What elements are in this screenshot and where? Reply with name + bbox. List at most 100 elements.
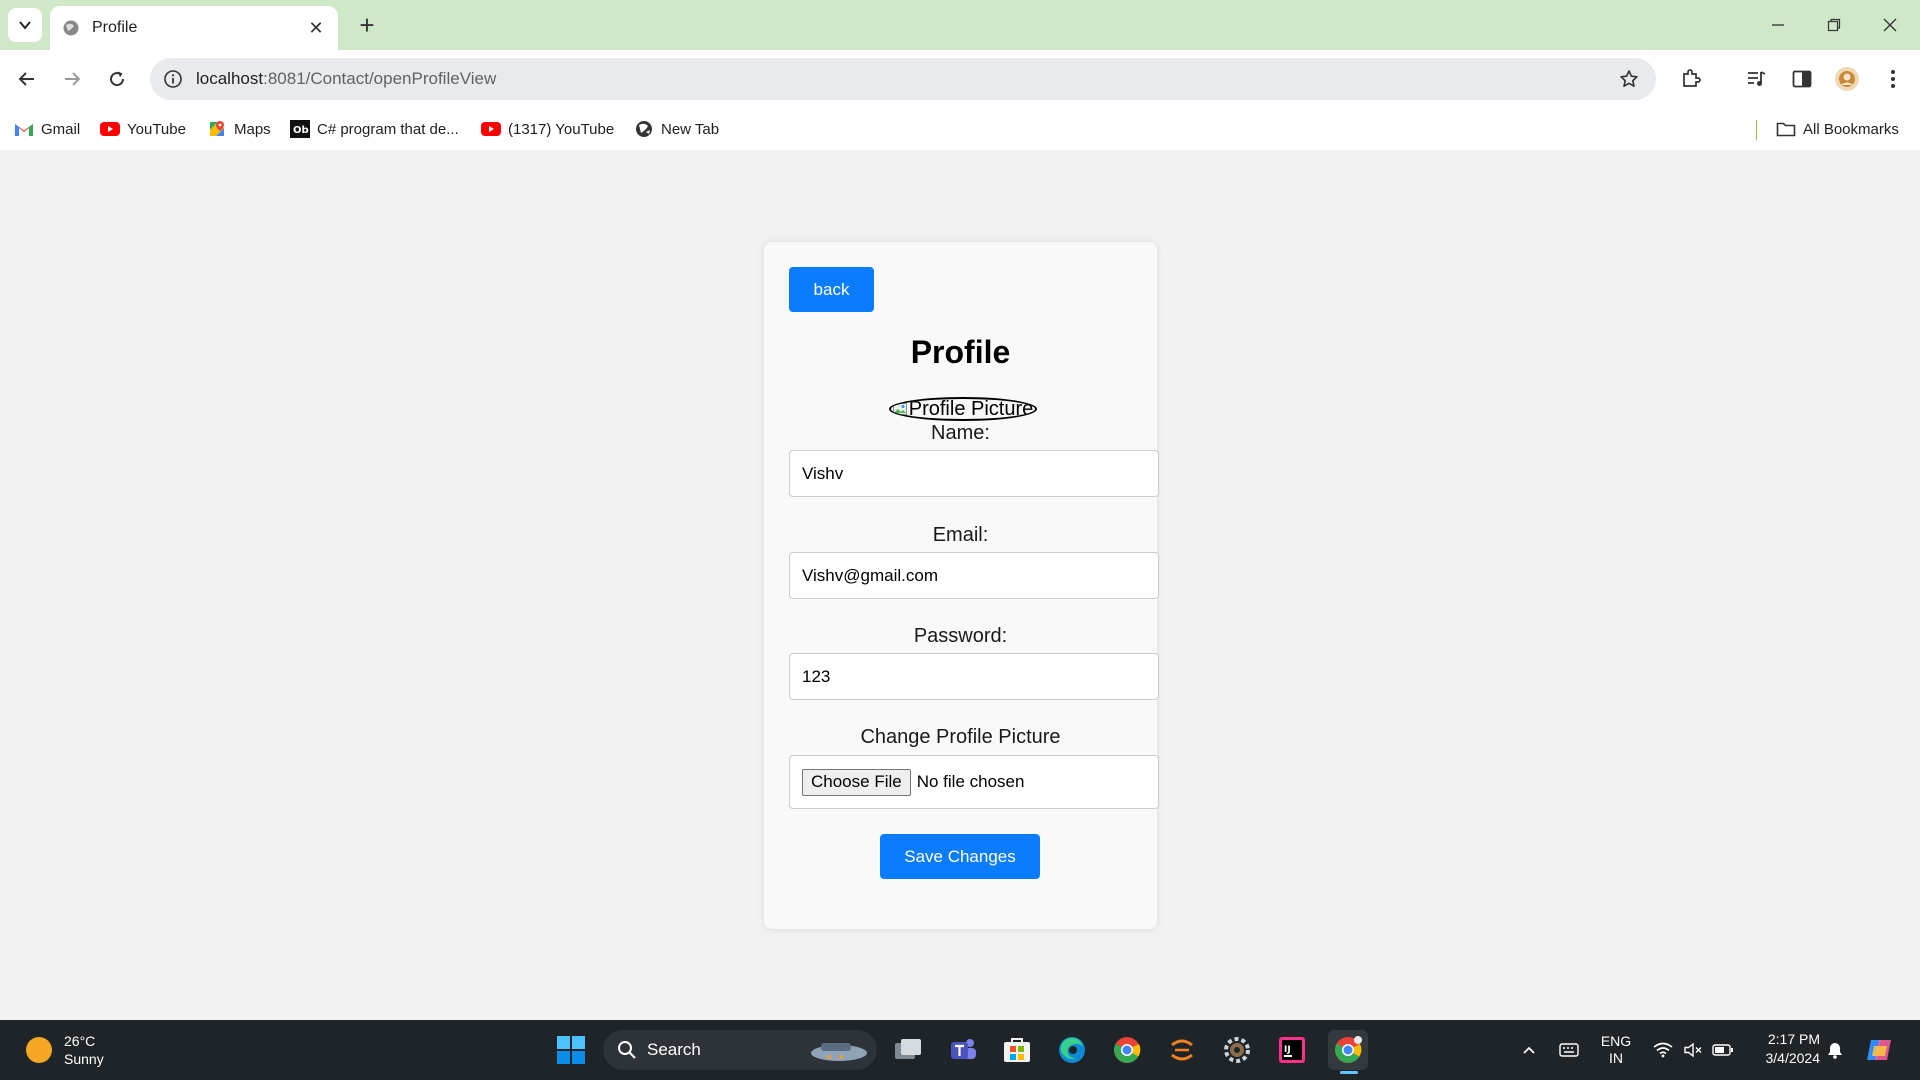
bookmark-label: New Tab xyxy=(661,120,720,138)
svg-text:IJ: IJ xyxy=(1284,1045,1291,1055)
weather-temperature: 26°C xyxy=(64,1033,96,1049)
address-bar[interactable]: localhost:8081/Contact/openProfileView xyxy=(150,58,1656,100)
clock-date: 3/4/2024 xyxy=(1765,1050,1821,1066)
sun-icon xyxy=(26,1037,52,1063)
eclipse-icon[interactable] xyxy=(1162,1030,1202,1070)
change-picture-label: Change Profile Picture xyxy=(860,726,1061,748)
globe-icon xyxy=(62,19,80,37)
password-field[interactable]: 123 xyxy=(789,653,1159,700)
new-tab-button[interactable]: + xyxy=(352,10,382,40)
forward-arrow-icon[interactable] xyxy=(55,62,89,96)
name-field[interactable]: Vishv xyxy=(789,450,1159,497)
site-icon: Ob xyxy=(290,120,310,138)
language-indicator[interactable]: ENG IN xyxy=(1596,1030,1636,1070)
broken-image-icon xyxy=(892,403,907,415)
tab-search-button[interactable] xyxy=(8,8,42,42)
taskbar-search[interactable]: Search xyxy=(603,1030,877,1070)
back-arrow-icon[interactable] xyxy=(10,62,44,96)
gmail-icon xyxy=(14,120,34,138)
profile-picture-alt: Profile Picture xyxy=(908,397,1034,420)
minimize-icon[interactable] xyxy=(1750,0,1806,50)
no-file-text: No file chosen xyxy=(916,772,1025,791)
chrome-active-icon[interactable] xyxy=(1328,1030,1368,1070)
bookmark-label: YouTube xyxy=(127,120,186,138)
choose-file-button[interactable]: Choose File xyxy=(802,768,911,796)
battery-icon[interactable] xyxy=(1710,1030,1736,1070)
page-title: Profile xyxy=(910,334,1011,370)
folder-icon xyxy=(1776,120,1796,138)
profile-card: back Profile Profile Picture Name: Vishv… xyxy=(764,242,1159,929)
search-label: Search xyxy=(647,1040,701,1059)
start-windows-icon[interactable] xyxy=(551,1030,591,1070)
bookmark-new-tab[interactable]: New Tab xyxy=(634,118,719,140)
restore-icon[interactable] xyxy=(1806,0,1862,50)
bookmark-label: Gmail xyxy=(41,120,81,138)
search-icon xyxy=(618,1041,636,1059)
wifi-icon[interactable] xyxy=(1650,1030,1676,1070)
tab-strip: Profile ✕ + xyxy=(0,0,1920,50)
profile-picture-file-input[interactable]: Choose File No file chosen xyxy=(789,755,1159,809)
weather-condition: Sunny xyxy=(64,1051,104,1067)
back-button[interactable]: back xyxy=(789,267,874,312)
all-bookmarks-button[interactable]: All Bookmarks xyxy=(1776,118,1899,140)
speaker-muted-icon[interactable] xyxy=(1680,1030,1706,1070)
language-top: ENG xyxy=(1600,1033,1632,1049)
bookmark-youtube[interactable]: YouTube xyxy=(100,118,186,140)
search-highlight-icon xyxy=(811,1043,867,1061)
weather-widget[interactable]: 26°C Sunny xyxy=(26,1030,104,1070)
bookmark-youtube-1317[interactable]: (1317) YouTube xyxy=(481,118,614,140)
maps-icon xyxy=(207,120,227,138)
clock-time: 2:17 PM xyxy=(1767,1031,1820,1047)
side-panel-icon[interactable] xyxy=(1787,64,1817,94)
url-host: localhost xyxy=(196,69,264,88)
chevron-down-icon xyxy=(19,21,31,30)
save-changes-button[interactable]: Save Changes xyxy=(880,834,1040,879)
bookmark-label: (1317) YouTube xyxy=(508,120,615,138)
extensions-icon[interactable] xyxy=(1676,64,1706,94)
intellij-icon[interactable]: IJ xyxy=(1272,1030,1312,1070)
bookmark-maps[interactable]: Maps xyxy=(207,118,271,140)
tab-profile[interactable]: Profile ✕ xyxy=(50,6,338,50)
teams-icon[interactable] xyxy=(943,1030,983,1070)
bookmark-label: C# program that de... xyxy=(317,120,459,138)
notification-bell-icon[interactable] xyxy=(1824,1030,1846,1070)
close-window-icon[interactable] xyxy=(1862,0,1918,50)
reload-icon[interactable] xyxy=(100,62,134,96)
copilot-icon[interactable] xyxy=(1862,1030,1898,1070)
media-control-icon[interactable] xyxy=(1742,64,1772,94)
site-info-icon[interactable] xyxy=(162,68,184,90)
bookmark-label: Maps xyxy=(234,120,271,138)
close-tab-icon[interactable]: ✕ xyxy=(306,18,326,39)
keyboard-icon[interactable] xyxy=(1556,1030,1582,1070)
microsoft-store-icon[interactable] xyxy=(997,1030,1037,1070)
url-text: localhost:8081/Contact/openProfileView xyxy=(196,69,1614,89)
clock[interactable]: 2:17 PM 3/4/2024 xyxy=(1744,1030,1821,1070)
bookmark-label: All Bookmarks xyxy=(1803,120,1899,138)
youtube-icon xyxy=(100,120,120,138)
bookmarks-divider xyxy=(1756,120,1757,140)
active-app-indicator xyxy=(1340,1071,1358,1074)
email-field[interactable]: Vishv@gmail.com xyxy=(789,552,1159,599)
menu-kebab-icon[interactable] xyxy=(1878,64,1908,94)
settings-gear-icon[interactable] xyxy=(1217,1030,1257,1070)
email-label: Email: xyxy=(932,524,989,546)
profile-picture: Profile Picture xyxy=(889,397,1037,421)
bookmark-csharp-program[interactable]: Ob C# program that de... xyxy=(290,118,459,140)
profile-avatar-icon[interactable] xyxy=(1832,64,1862,94)
show-hidden-icons-chevron-icon[interactable] xyxy=(1518,1030,1540,1070)
svg-text:Ob: Ob xyxy=(293,125,309,136)
bookmark-star-icon[interactable] xyxy=(1614,64,1644,94)
password-label: Password: xyxy=(913,625,1008,647)
task-view-icon[interactable] xyxy=(888,1030,928,1070)
globe-icon xyxy=(634,120,654,138)
chrome-icon[interactable] xyxy=(1107,1030,1147,1070)
bookmarks-bar: Gmail YouTube Maps Ob C# program that de… xyxy=(0,108,1920,150)
bookmark-gmail[interactable]: Gmail xyxy=(14,118,80,140)
language-bottom: IN xyxy=(1609,1050,1623,1066)
youtube-icon xyxy=(481,120,501,138)
name-label: Name: xyxy=(931,422,990,444)
edge-icon[interactable] xyxy=(1052,1030,1092,1070)
taskbar: 26°C Sunny Search IJ ENG IN 2:17 PM 3/4/… xyxy=(0,1020,1920,1080)
browser-toolbar: localhost:8081/Contact/openProfileView xyxy=(0,50,1920,108)
page-viewport: back Profile Profile Picture Name: Vishv… xyxy=(0,150,1920,1020)
